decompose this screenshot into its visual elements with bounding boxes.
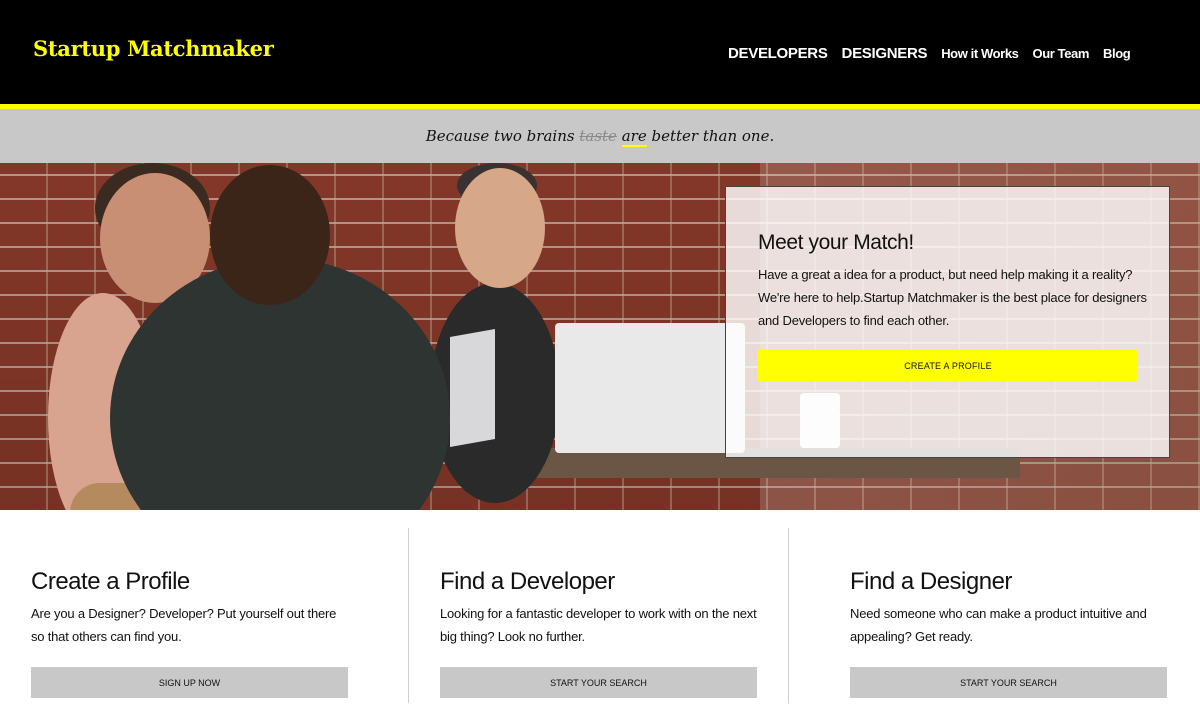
tagline: Because two brains taste are better than…	[425, 127, 775, 147]
card-title: Find a Designer	[850, 568, 1012, 595]
tagline-prefix: Because two brains	[425, 127, 575, 145]
site-logo[interactable]: Startup Matchmaker	[33, 36, 274, 61]
sign-up-button[interactable]: SIGN UP NOW	[31, 667, 348, 698]
nav-link-developers[interactable]: DEVELOPERS	[728, 45, 828, 62]
nav-link-our-team[interactable]: Our Team	[1033, 46, 1090, 61]
create-profile-button[interactable]: CREATE A PROFILE	[758, 350, 1138, 381]
tagline-struck-word: taste	[579, 127, 617, 145]
card-divider	[788, 528, 789, 703]
site-header: Startup Matchmaker DEVELOPERS DESIGNERS …	[0, 0, 1200, 104]
nav-link-designers[interactable]: DESIGNERS	[842, 45, 928, 62]
hero-photo-laptop-back	[450, 329, 495, 447]
card-text: Need someone who can make a product intu…	[850, 606, 1147, 644]
tagline-suffix: better than one.	[651, 127, 775, 145]
tagline-highlight-word: are	[621, 127, 647, 147]
hero-photo-head-front	[210, 165, 330, 305]
card-title: Create a Profile	[31, 568, 190, 595]
card-text: Looking for a fantastic developer to wor…	[440, 606, 757, 644]
card-title: Find a Developer	[440, 568, 615, 595]
card-text: Are you a Designer? Developer? Put yours…	[31, 606, 337, 644]
hero-photo-laptop	[555, 323, 745, 453]
tagline-bar: Because two brains taste are better than…	[0, 109, 1200, 163]
feature-cards: Create a Profile Are you a Designer? Dev…	[0, 510, 1200, 722]
main-nav: DEVELOPERS DESIGNERS How it Works Our Te…	[728, 45, 1131, 62]
search-developers-button[interactable]: START YOUR SEARCH	[440, 667, 757, 698]
hero-photo-head-middle	[455, 168, 545, 288]
search-designers-button[interactable]: START YOUR SEARCH	[850, 667, 1167, 698]
hero-text: Have a great a idea for a product, but n…	[758, 267, 1147, 328]
nav-link-blog[interactable]: Blog	[1103, 46, 1131, 61]
hero-title: Meet your Match!	[758, 231, 914, 254]
nav-link-how-it-works[interactable]: How it Works	[941, 46, 1019, 61]
card-divider	[408, 528, 409, 703]
hero-callout-box: Meet your Match! Have a great a idea for…	[725, 186, 1170, 458]
